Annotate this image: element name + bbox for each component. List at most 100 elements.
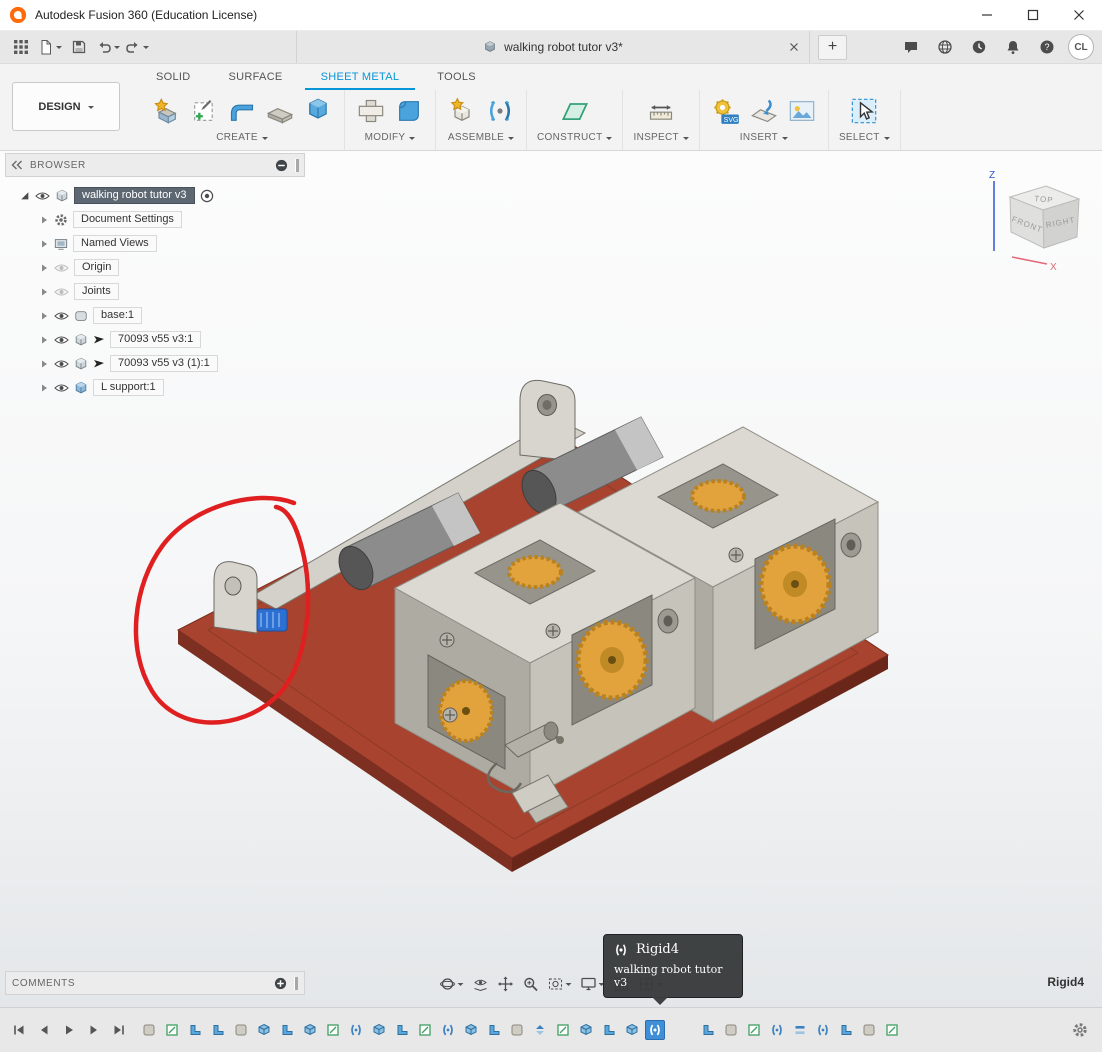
timeline-feature-extrude[interactable]	[576, 1020, 596, 1040]
fit-button[interactable]	[548, 976, 572, 992]
view-cube[interactable]: Z X TOP FRONT RIGHT	[972, 165, 1097, 275]
construction-plane-button[interactable]	[559, 95, 591, 127]
eye-muted-icon[interactable]	[54, 263, 69, 273]
new-flange-button[interactable]	[150, 95, 182, 127]
arrow-collapsed-icon[interactable]	[39, 239, 49, 249]
pan-button[interactable]	[498, 976, 514, 992]
decal-button[interactable]	[786, 95, 818, 127]
tab-close-button[interactable]	[785, 38, 803, 56]
comment-bubble-button[interactable]	[898, 34, 924, 60]
tab-surface[interactable]: SURFACE	[213, 64, 299, 90]
arrow-collapsed-icon[interactable]	[39, 383, 49, 393]
group-label-inspect[interactable]: INSPECT	[633, 132, 688, 143]
step-back-button[interactable]	[33, 1020, 54, 1041]
undo-button[interactable]	[95, 34, 121, 60]
document-tab[interactable]: walking robot tutor v3*	[296, 31, 810, 63]
arrow-collapsed-icon[interactable]	[39, 311, 49, 321]
browser-item[interactable]: Joints	[5, 281, 305, 302]
insert-svg-button[interactable]: SVG	[710, 95, 742, 127]
app-grid-button[interactable]	[8, 34, 34, 60]
collapse-panel-icon[interactable]	[11, 160, 23, 170]
timeline-feature-flange[interactable]	[698, 1020, 718, 1040]
eye-icon[interactable]	[54, 383, 69, 393]
browser-item[interactable]: 70093 v55 v3 (1):1	[5, 353, 305, 374]
timeline-feature-flange[interactable]	[185, 1020, 205, 1040]
tab-solid[interactable]: SOLID	[140, 64, 207, 90]
timeline-feature-sketch[interactable]	[323, 1020, 343, 1040]
browser-item[interactable]: Document Settings	[5, 209, 305, 230]
timeline-feature-extrude[interactable]	[369, 1020, 389, 1040]
timeline-feature-joint[interactable]	[438, 1020, 458, 1040]
timeline-feature-sketch[interactable]	[744, 1020, 764, 1040]
timeline-feature-sketch[interactable]	[162, 1020, 182, 1040]
timeline-feature-extrude[interactable]	[254, 1020, 274, 1040]
extrude-button[interactable]	[302, 95, 334, 127]
file-menu-button[interactable]	[37, 34, 63, 60]
minimize-panel-icon[interactable]	[275, 159, 288, 172]
notifications-button[interactable]	[1000, 34, 1026, 60]
flange-button[interactable]	[226, 95, 258, 127]
browser-root-item[interactable]: walking robot tutor v3	[5, 185, 305, 206]
timeline-feature-base-feature[interactable]	[139, 1020, 159, 1040]
comments-resize-handle[interactable]	[294, 977, 298, 990]
user-avatar[interactable]: CL	[1068, 34, 1094, 60]
timeline-feature-flange[interactable]	[208, 1020, 228, 1040]
redo-button[interactable]	[124, 34, 150, 60]
help-button[interactable]: ?	[1034, 34, 1060, 60]
timeline-feature-extrude[interactable]	[300, 1020, 320, 1040]
timeline-feature-extrude[interactable]	[461, 1020, 481, 1040]
timeline-feature-sketch[interactable]	[553, 1020, 573, 1040]
group-label-modify[interactable]: MODIFY	[365, 132, 416, 143]
browser-item[interactable]: L support:1	[5, 377, 305, 398]
viewport-canvas[interactable]: Z X TOP FRONT RIGHT BROWSER	[0, 151, 1102, 1007]
timeline-feature-sketch[interactable]	[882, 1020, 902, 1040]
measure-button[interactable]	[645, 95, 677, 127]
timeline-feature-base-feature[interactable]	[859, 1020, 879, 1040]
timeline-feature-flange[interactable]	[392, 1020, 412, 1040]
expand-arrow-icon[interactable]	[19, 190, 30, 201]
browser-item[interactable]: base:1	[5, 305, 305, 326]
timeline-feature-flip[interactable]	[530, 1020, 550, 1040]
joint-button[interactable]	[484, 95, 516, 127]
close-button[interactable]	[1056, 0, 1102, 30]
arrow-collapsed-icon[interactable]	[39, 263, 49, 273]
new-component-button[interactable]	[446, 95, 478, 127]
group-label-insert[interactable]: INSERT	[740, 132, 788, 143]
eye-muted-icon[interactable]	[54, 287, 69, 297]
new-tab-button[interactable]: +	[818, 35, 847, 60]
timeline-feature-flange[interactable]	[836, 1020, 856, 1040]
play-button[interactable]	[58, 1020, 79, 1041]
group-label-create[interactable]: CREATE	[216, 132, 268, 143]
arrow-collapsed-icon[interactable]	[39, 359, 49, 369]
extensions-button[interactable]	[932, 34, 958, 60]
tab-tools[interactable]: TOOLS	[421, 64, 492, 90]
browser-item[interactable]: 70093 v55 v3:1	[5, 329, 305, 350]
browser-resize-handle[interactable]	[295, 159, 299, 172]
timeline-feature-align[interactable]	[790, 1020, 810, 1040]
group-label-select[interactable]: SELECT	[839, 132, 890, 143]
visibility-eye-icon[interactable]	[35, 191, 50, 201]
orbit-button[interactable]	[440, 976, 464, 992]
timeline-feature-flange[interactable]	[277, 1020, 297, 1040]
unfold-button[interactable]	[355, 95, 387, 127]
look-at-button[interactable]	[473, 976, 489, 992]
insert-derive-button[interactable]	[748, 95, 780, 127]
eye-icon[interactable]	[54, 335, 69, 345]
timeline-feature-extrude[interactable]	[622, 1020, 642, 1040]
timeline-feature-flange[interactable]	[484, 1020, 504, 1040]
timeline-feature-sketch[interactable]	[415, 1020, 435, 1040]
fillet-button[interactable]	[393, 95, 425, 127]
timeline-feature-joint[interactable]	[346, 1020, 366, 1040]
browser-item[interactable]: Named Views	[5, 233, 305, 254]
timeline-feature-joint[interactable]	[813, 1020, 833, 1040]
zoom-button[interactable]	[523, 976, 539, 992]
add-comment-icon[interactable]	[274, 977, 287, 990]
maximize-button[interactable]	[1010, 0, 1056, 30]
arrow-collapsed-icon[interactable]	[39, 335, 49, 345]
activate-component-icon[interactable]	[200, 189, 214, 203]
timeline-settings-button[interactable]	[1072, 1022, 1102, 1038]
timeline-feature-base-feature[interactable]	[507, 1020, 527, 1040]
create-sketch-button[interactable]	[188, 95, 220, 127]
tab-sheet-metal[interactable]: SHEET METAL	[305, 64, 416, 90]
group-label-assemble[interactable]: ASSEMBLE	[448, 132, 514, 143]
